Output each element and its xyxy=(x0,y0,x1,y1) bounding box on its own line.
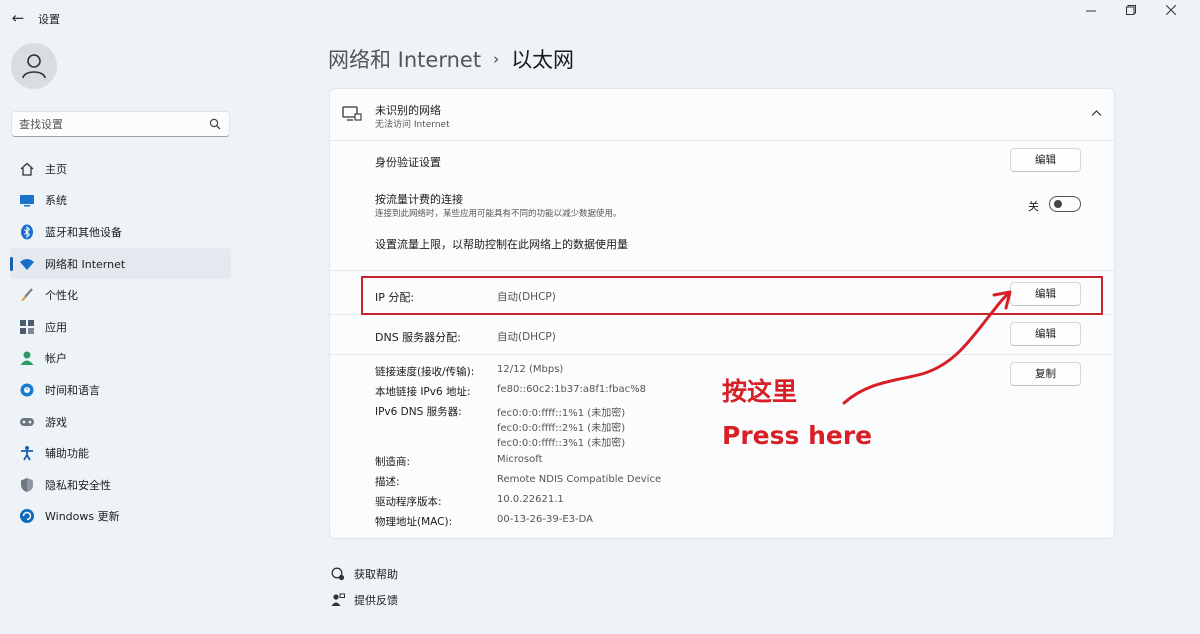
shield-icon xyxy=(18,476,36,494)
sidebar-item-personalization[interactable]: 个性化 xyxy=(10,279,231,311)
metered-toggle-state: 关 xyxy=(1028,200,1039,213)
property-key: 物理地址(MAC): xyxy=(375,516,453,528)
get-help-label: 获取帮助 xyxy=(354,568,398,581)
metered-toggle[interactable] xyxy=(1049,196,1081,212)
chevron-up-icon[interactable] xyxy=(1091,107,1102,120)
toggle-knob xyxy=(1054,200,1062,208)
metered-connection-label: 按流量计费的连接 xyxy=(375,193,463,206)
copy-button[interactable]: 复制 xyxy=(1010,362,1081,386)
sidebar-item-accounts[interactable]: 帐户 xyxy=(10,343,231,375)
update-icon xyxy=(18,507,36,525)
person-icon xyxy=(22,54,46,79)
annotation-text-en: Press here xyxy=(722,421,873,450)
dns-assignment-value: 自动(DHCP) xyxy=(497,331,556,343)
sidebar-item-accessibility[interactable]: 辅助功能 xyxy=(10,437,231,469)
avatar[interactable] xyxy=(11,43,57,89)
property-value: fec0:0:0:ffff::2%1 (未加密) xyxy=(497,423,626,434)
minimize-icon[interactable] xyxy=(1082,4,1100,20)
feedback-icon xyxy=(330,593,346,607)
annotation-text-cn: 按这里 xyxy=(722,377,798,406)
sidebar-item-time-language[interactable]: 时间和语言 xyxy=(10,374,231,406)
property-value: 00-13-26-39-E3-DA xyxy=(497,514,593,525)
help-icon xyxy=(330,567,346,581)
title-bar: ← 设置 xyxy=(0,0,1200,36)
search-icon[interactable] xyxy=(209,118,221,130)
sidebar-item-label: 帐户 xyxy=(45,352,67,366)
globe-clock-icon xyxy=(18,381,36,399)
sidebar-item-label: 蓝牙和其他设备 xyxy=(45,225,122,239)
page-title: 以太网 xyxy=(511,48,575,72)
home-icon xyxy=(18,160,36,178)
network-name: 未识别的网络 xyxy=(375,104,441,117)
sidebar-item-label: 应用 xyxy=(45,320,67,334)
property-value: fe80::60c2:1b37:a8f1:fbac%8 xyxy=(497,384,646,395)
back-arrow-icon[interactable]: ← xyxy=(8,9,28,27)
network-header[interactable]: 未识别的网络 无法访问 Internet xyxy=(330,89,1114,141)
sidebar-item-label: 个性化 xyxy=(45,289,78,303)
property-key: 制造商: xyxy=(375,456,411,468)
window-controls xyxy=(1082,4,1180,20)
sidebar-item-system[interactable]: 系统 xyxy=(10,185,231,217)
sidebar-item-label: 辅助功能 xyxy=(45,447,89,461)
property-value: Remote NDIS Compatible Device xyxy=(497,474,662,485)
divider xyxy=(330,270,1114,271)
sidebar-item-gaming[interactable]: 游戏 xyxy=(10,406,231,438)
metered-connection-desc: 连接到此网络时，某些应用可能具有不同的功能以减少数据使用。 xyxy=(375,209,622,219)
feedback-link[interactable]: 提供反馈 xyxy=(330,592,398,608)
feedback-label: 提供反馈 xyxy=(354,594,398,607)
monitor-icon xyxy=(18,191,36,209)
sidebar-item-network[interactable]: 网络和 Internet xyxy=(10,247,231,280)
sidebar-item-label: 系统 xyxy=(45,194,67,208)
sidebar-item-home[interactable]: 主页 xyxy=(10,153,231,185)
property-value: fec0:0:0:ffff::3%1 (未加密) xyxy=(497,438,626,449)
brush-icon xyxy=(18,286,36,304)
person-icon xyxy=(18,349,36,367)
arrow-annotation-icon xyxy=(842,290,1012,405)
chevron-right-icon: › xyxy=(493,50,500,68)
sidebar-item-privacy[interactable]: 隐私和安全性 xyxy=(10,469,231,501)
sidebar-item-windows-update[interactable]: Windows 更新 xyxy=(10,501,231,533)
sidebar-item-label: 网络和 Internet xyxy=(45,257,126,271)
sidebar-item-label: 游戏 xyxy=(45,415,67,429)
gamepad-icon xyxy=(18,413,36,431)
property-value: fec0:0:0:ffff::1%1 (未加密) xyxy=(497,408,626,419)
close-icon[interactable] xyxy=(1162,4,1180,20)
property-value: 10.0.22621.1 xyxy=(497,494,564,505)
breadcrumb-parent[interactable]: 网络和 Internet xyxy=(328,44,481,74)
property-value: 12/12 (Mbps) xyxy=(497,364,564,375)
search-input[interactable] xyxy=(12,112,192,136)
accessibility-icon xyxy=(18,444,36,462)
property-key: 描述: xyxy=(375,476,400,488)
breadcrumb: 网络和 Internet › 以太网 xyxy=(328,44,574,74)
sidebar-item-bluetooth[interactable]: 蓝牙和其他设备 xyxy=(10,216,231,248)
wifi-icon xyxy=(18,255,36,273)
sidebar-item-label: 主页 xyxy=(45,162,67,176)
property-key: 本地链接 IPv6 地址: xyxy=(375,386,471,398)
app-title: 设置 xyxy=(38,13,60,26)
search-box xyxy=(11,111,230,137)
dns-edit-button[interactable]: 编辑 xyxy=(1010,322,1081,346)
ethernet-monitor-icon xyxy=(342,106,362,121)
sidebar-item-label: 隐私和安全性 xyxy=(45,478,111,492)
property-key: 驱动程序版本: xyxy=(375,496,442,508)
property-value: Microsoft xyxy=(497,454,543,465)
sidebar-item-apps[interactable]: 应用 xyxy=(10,311,231,343)
property-key: 链接速度(接收/传输): xyxy=(375,366,475,378)
network-status: 无法访问 Internet xyxy=(375,120,450,130)
dns-assignment-label: DNS 服务器分配: xyxy=(375,331,461,344)
get-help-link[interactable]: 获取帮助 xyxy=(330,566,398,582)
apps-icon xyxy=(18,318,36,336)
maximize-icon[interactable] xyxy=(1122,4,1140,20)
auth-edit-button[interactable]: 编辑 xyxy=(1010,148,1081,172)
data-limit-link[interactable]: 设置流量上限，以帮助控制在此网络上的数据使用量 xyxy=(375,236,628,252)
sidebar-item-label: Windows 更新 xyxy=(45,510,120,524)
sidebar-item-label: 时间和语言 xyxy=(45,383,100,397)
auth-settings-label: 身份验证设置 xyxy=(375,156,441,169)
sidebar-nav: 主页 系统 蓝牙和其他设备 网络和 Internet 个性化 应用 帐户 时间和… xyxy=(10,153,231,532)
bluetooth-icon xyxy=(18,223,36,241)
property-key: IPv6 DNS 服务器: xyxy=(375,406,462,418)
